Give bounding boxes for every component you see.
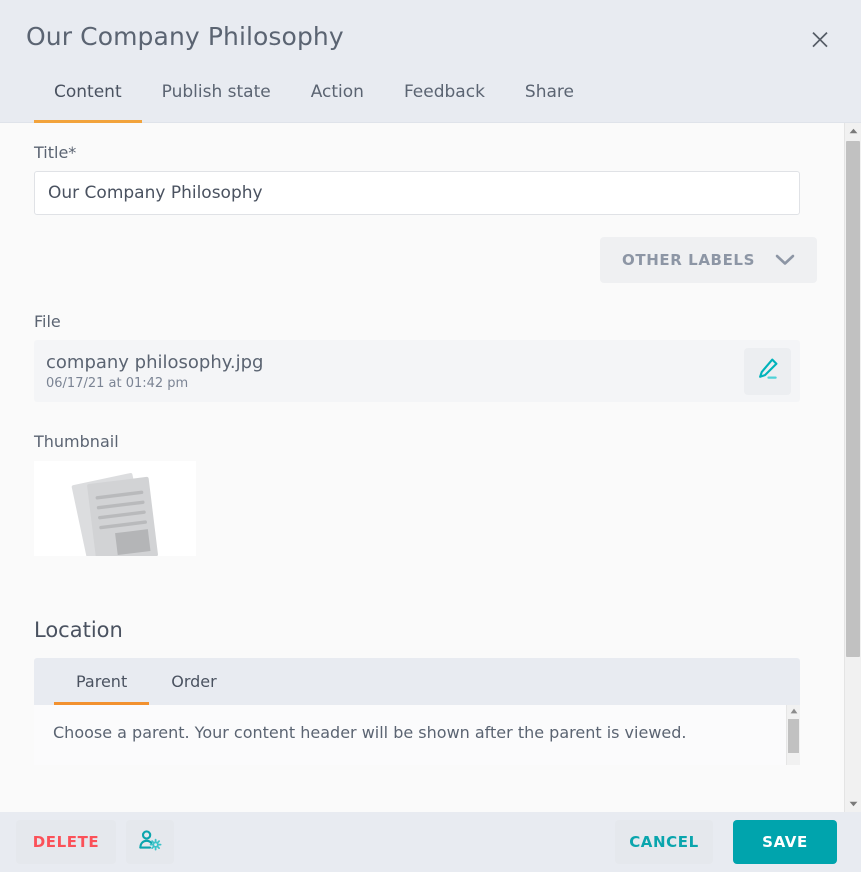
close-button[interactable]	[805, 24, 835, 54]
user-settings-icon	[137, 828, 163, 857]
tab-label: Publish state	[161, 82, 271, 102]
delete-button[interactable]: DELETE	[16, 820, 116, 864]
page-title: Our Company Philosophy	[26, 22, 344, 51]
file-name: company philosophy.jpg	[46, 351, 264, 373]
location-description: Choose a parent. Your content header wil…	[53, 723, 687, 742]
title-label: Title*	[34, 143, 77, 162]
location-tab-parent[interactable]: Parent	[54, 658, 150, 705]
modal-header: Our Company Philosophy	[0, 0, 861, 78]
close-icon	[811, 30, 829, 48]
location-group: Location Parent Order Choose a parent. Y…	[0, 618, 844, 765]
location-panel: Parent Order Choose a parent. Your conte…	[34, 658, 800, 765]
location-tab-label: Parent	[76, 672, 128, 691]
tab-action[interactable]: Action	[291, 78, 384, 123]
thumbnail-preview[interactable]	[34, 461, 196, 556]
modal-scrollbar[interactable]	[844, 123, 861, 812]
chevron-down-icon	[775, 251, 795, 270]
location-tab-order[interactable]: Order	[149, 658, 238, 705]
title-field-group: Title*	[0, 123, 844, 215]
file-date: 06/17/21 at 01:42 pm	[46, 375, 189, 391]
file-info: company philosophy.jpg 06/17/21 at 01:42…	[44, 352, 263, 391]
location-tab-label: Order	[171, 672, 217, 691]
scroll-up-arrow[interactable]	[845, 123, 861, 139]
cancel-button[interactable]: CANCEL	[615, 820, 713, 864]
location-content: Choose a parent. Your content header wil…	[34, 705, 800, 765]
tab-label: Content	[54, 82, 122, 102]
other-labels-row: OTHER LABELS	[0, 237, 844, 283]
modal-tabs: Content Publish state Action Feedback Sh…	[0, 78, 861, 123]
thumbnail-label: Thumbnail	[34, 432, 119, 451]
modal-body: Title* OTHER LABELS File	[0, 123, 861, 812]
scroll-down-arrow[interactable]	[845, 796, 861, 812]
tab-label: Share	[524, 82, 574, 102]
file-group: File company philosophy.jpg 06/17/21 at …	[0, 312, 844, 402]
pencil-icon	[755, 356, 781, 386]
file-row: company philosophy.jpg 06/17/21 at 01:42…	[34, 340, 800, 402]
file-label: File	[34, 312, 61, 331]
tab-publish-state[interactable]: Publish state	[142, 78, 291, 123]
scroll-thumb[interactable]	[846, 141, 860, 657]
location-scroll-up-arrow[interactable]	[787, 705, 800, 717]
permissions-button[interactable]	[126, 820, 174, 864]
other-labels-dropdown[interactable]: OTHER LABELS	[600, 237, 817, 283]
thumbnail-group: Thumbnail	[0, 432, 844, 556]
tab-label: Feedback	[403, 82, 485, 102]
location-scroll-thumb[interactable]	[788, 719, 799, 753]
document-placeholder-icon	[34, 473, 196, 556]
modal-footer: DELETE CANCEL SAVE	[0, 812, 861, 872]
location-heading: Location	[34, 618, 123, 642]
content-form: Title* OTHER LABELS File	[0, 123, 844, 812]
title-input[interactable]	[34, 171, 800, 215]
location-tabs: Parent Order	[34, 658, 800, 705]
save-button[interactable]: SAVE	[733, 820, 837, 864]
tab-feedback[interactable]: Feedback	[384, 78, 505, 123]
other-labels-label: OTHER LABELS	[622, 251, 755, 269]
tab-content[interactable]: Content	[34, 78, 142, 123]
content-edit-modal: Our Company Philosophy Content Publish s…	[0, 0, 861, 872]
tab-label: Action	[310, 82, 364, 102]
tab-share[interactable]: Share	[505, 78, 594, 123]
location-scrollbar[interactable]	[786, 705, 800, 765]
edit-file-button[interactable]	[744, 347, 791, 395]
